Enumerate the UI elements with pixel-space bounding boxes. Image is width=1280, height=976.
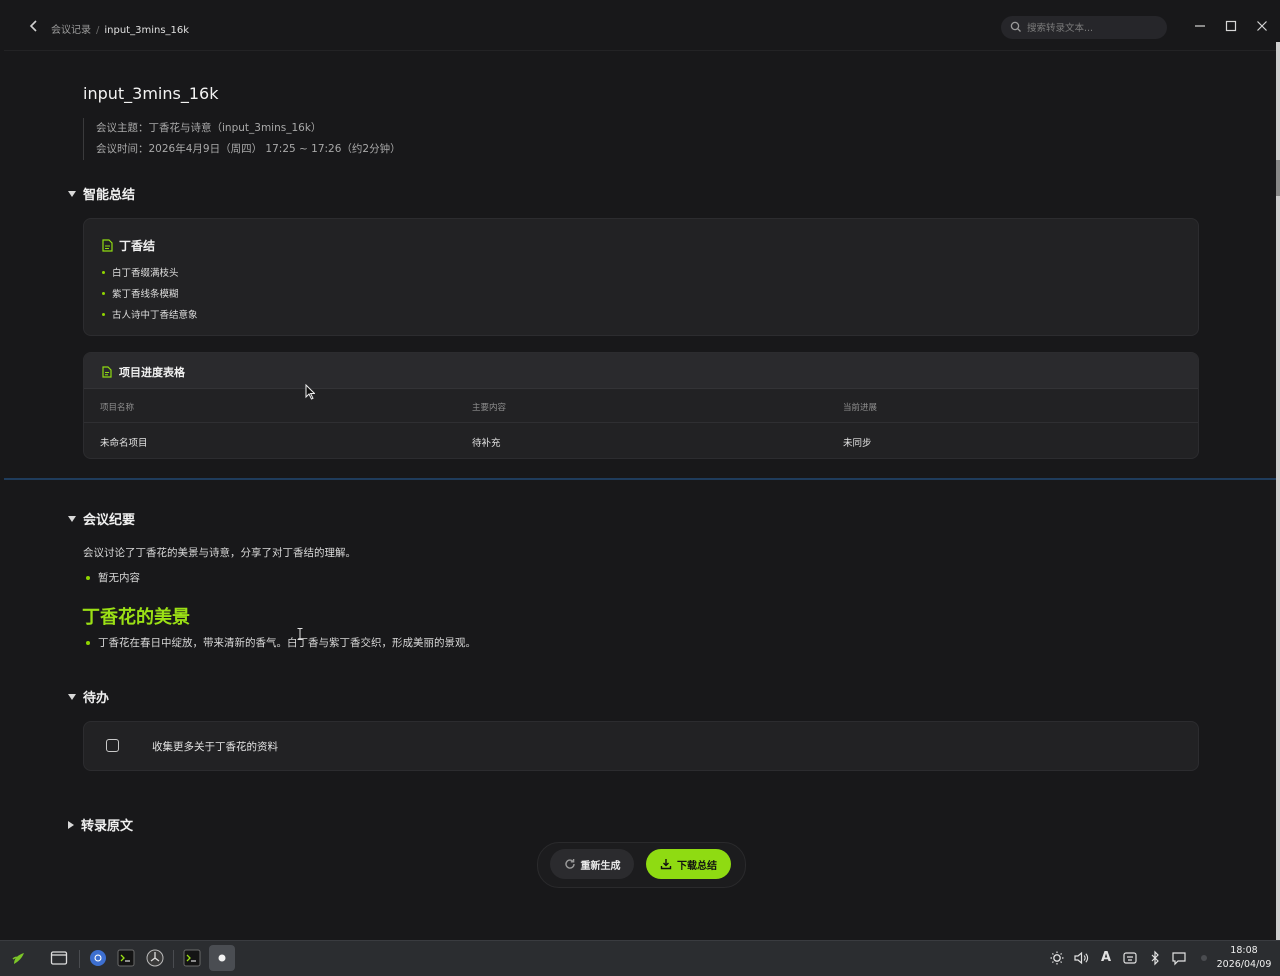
list-item: 暂无内容 (86, 570, 140, 585)
title-bar: 会议记录 / input_3mins_16k (4, 4, 1276, 51)
search-box[interactable] (1001, 16, 1167, 39)
table-cell: 待补充 (472, 438, 501, 449)
minutes-summary: 会议讨论了丁香花的美景与诗意，分享了对丁香结的理解。 (83, 547, 356, 559)
download-button[interactable]: 下载总结 (646, 849, 731, 879)
meeting-meta: 会议主题：丁香花与诗意（input_3mins_16k） 会议时间：2026年4… (83, 118, 401, 160)
refresh-icon (564, 859, 575, 869)
summary-card-header: 丁香结 (102, 237, 155, 254)
minimize-button[interactable] (1191, 17, 1209, 35)
list-item: 古人诗中丁香结意象 (102, 307, 198, 321)
section-smart-summary-toggle[interactable]: 智能总结 (68, 184, 135, 203)
action-bar: 重新生成 下载总结 (537, 842, 746, 888)
clock-time: 18:08 (1230, 945, 1258, 956)
document-icon (102, 366, 112, 378)
table-title: 项目进度表格 (119, 366, 185, 379)
meeting-topic: 会议主题：丁香花与诗意（input_3mins_16k） (96, 122, 322, 134)
todo-item: 收集更多关于丁香花的资料 (83, 721, 1199, 771)
list-item: 白丁香缀满枝头 (102, 265, 179, 279)
scrollbar[interactable] (1276, 42, 1280, 940)
breadcrumb: 会议记录 / input_3mins_16k (51, 21, 189, 36)
taskbar-clock[interactable]: 18:08 2026/04/09 (1212, 944, 1276, 972)
section-todo-toggle[interactable]: 待办 (68, 687, 109, 706)
back-icon[interactable] (26, 18, 42, 34)
scrollbar-thumb[interactable] (1276, 160, 1280, 196)
close-button[interactable] (1253, 17, 1271, 35)
browser-icon[interactable] (87, 947, 109, 969)
status-dot-icon (1196, 950, 1212, 966)
divider (4, 478, 1276, 480)
meeting-time: 会议时间：2026年4月9日（周四） 17:25 ~ 17:26（约2分钟） (96, 143, 401, 155)
document-icon (102, 239, 113, 252)
expand-triangle-icon (68, 820, 74, 829)
download-label: 下载总结 (677, 860, 717, 872)
section-transcript-toggle[interactable]: 转录原文 (68, 815, 133, 834)
list-item: 丁香花在春日中绽放，带来清新的香气。白丁香与紫丁香交织，形成美丽的景观。 (86, 635, 476, 650)
section-minutes-title: 会议纪要 (83, 513, 136, 528)
volume-icon[interactable] (1073, 950, 1089, 966)
terminal-icon[interactable] (115, 947, 137, 969)
input-method-indicator[interactable]: A (1098, 950, 1114, 966)
breadcrumb-parent[interactable]: 会议记录 (51, 25, 91, 36)
table-title-bar: 项目进度表格 (84, 353, 1198, 389)
clock-date: 2026/04/09 (1216, 959, 1272, 970)
terminal-icon[interactable] (181, 947, 203, 969)
search-input[interactable] (1025, 19, 1161, 38)
search-icon (1010, 21, 1021, 32)
column-header: 项目名称 (100, 403, 135, 413)
settings-app-icon[interactable] (144, 947, 166, 969)
list-item: 紫丁香线条模糊 (102, 286, 179, 300)
section-smart-summary-title: 智能总结 (83, 188, 136, 203)
app-window: 会议记录 / input_3mins_16k input_3mins_16k 会议主… (4, 4, 1276, 940)
launcher-icon[interactable] (8, 947, 30, 969)
breadcrumb-separator: / (96, 25, 100, 36)
todo-text: 收集更多关于丁香花的资料 (152, 741, 278, 753)
summary-card-title: 丁香结 (119, 239, 156, 253)
regenerate-label: 重新生成 (580, 860, 621, 872)
breadcrumb-current: input_3mins_16k (104, 25, 190, 36)
minutes-subheading: 丁香花的美景 (82, 607, 190, 628)
collapse-triangle-icon (68, 190, 76, 197)
bluetooth-icon[interactable] (1147, 950, 1163, 966)
download-icon (660, 859, 672, 870)
text-cursor-icon (297, 628, 303, 640)
maximize-button[interactable] (1222, 17, 1240, 35)
keyboard-icon[interactable] (1122, 950, 1138, 966)
collapse-triangle-icon (68, 693, 76, 700)
taskbar: A 18:08 2026/04/09 (0, 940, 1280, 976)
summary-card: 丁香结 白丁香缀满枝头 紫丁香线条模糊 古人诗中丁香结意象 (83, 218, 1199, 336)
table-cell: 未同步 (843, 438, 872, 449)
collapse-triangle-icon (68, 515, 76, 522)
active-app-icon[interactable] (209, 945, 235, 971)
notification-icon[interactable] (1171, 950, 1187, 966)
section-transcript-title: 转录原文 (81, 819, 134, 834)
brightness-icon[interactable] (1049, 950, 1065, 966)
todo-checkbox[interactable] (106, 739, 119, 752)
mouse-pointer-icon (305, 384, 315, 400)
section-minutes-toggle[interactable]: 会议纪要 (68, 509, 135, 528)
section-todo-title: 待办 (83, 691, 110, 706)
page-title: input_3mins_16k (83, 84, 219, 103)
column-header: 主要内容 (472, 403, 507, 413)
window-switcher-icon[interactable] (48, 947, 70, 969)
table-cell: 未命名项目 (100, 438, 148, 449)
progress-table-card: 项目进度表格 项目名称 主要内容 当前进展 未命名项目 待补充 未同步 (83, 352, 1199, 459)
regenerate-button[interactable]: 重新生成 (550, 849, 634, 879)
column-header: 当前进展 (843, 403, 878, 413)
